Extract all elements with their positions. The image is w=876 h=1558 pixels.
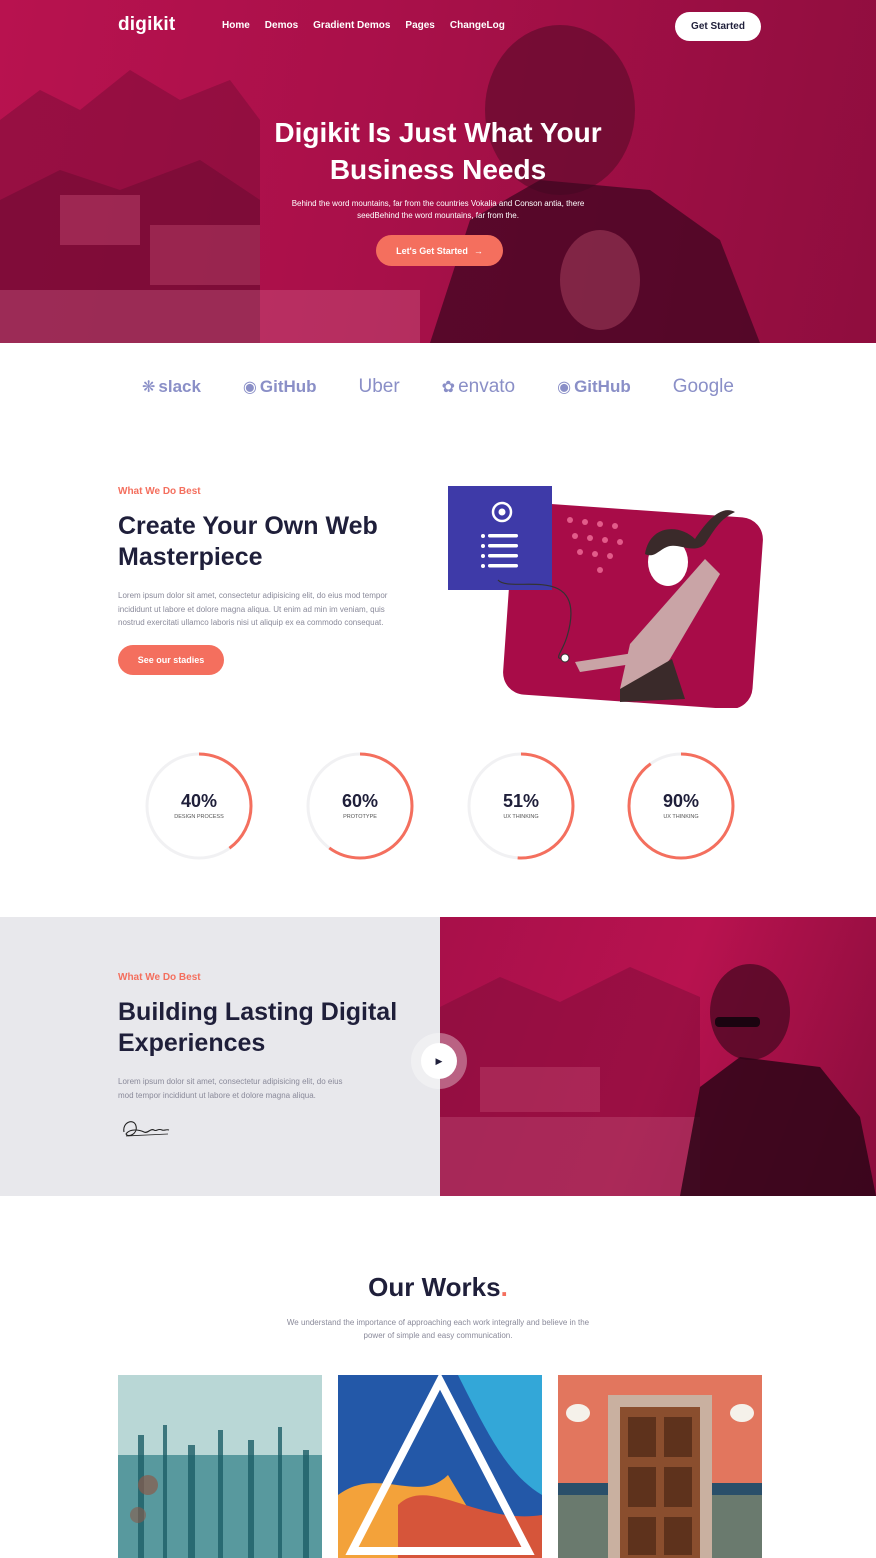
section2-title-line1: Building Lasting Digital (118, 998, 398, 1026)
stat-ux-thinking: 51% UX THINKING (466, 751, 576, 861)
works-subtitle: We understand the importance of approach… (0, 1316, 876, 1342)
section2-para-line2: mod tempor incididunt ut labore et dolor… (118, 1090, 316, 1100)
section1-eyebrow: What We Do Best (118, 486, 201, 497)
hero-subtitle-line1: Behind the word mountains, far from the … (291, 199, 585, 208)
brand-envato-label: envato (458, 376, 516, 397)
see-our-studies-button[interactable]: See our stadies (118, 645, 224, 675)
work-item-wooden-door[interactable] (558, 1375, 762, 1558)
works-title-dot: . (500, 1272, 508, 1302)
section1-title: Create Your Own Web Masterpiece (118, 511, 378, 573)
brand-logos-row: ❋ slack ◉ GitHub Uber ✿ envato ◉ GitHub … (118, 372, 758, 402)
experiences-photo (440, 917, 876, 1196)
hero-subtitle-line2: seedBehind the word mountains, far from … (357, 211, 519, 220)
get-started-button[interactable]: Get Started (675, 12, 761, 41)
site-logo[interactable]: digikit (118, 14, 175, 36)
hero-title: Digikit Is Just What Your Business Needs (0, 114, 876, 188)
stat-design-process: 40% DESIGN PROCESS (144, 751, 254, 861)
play-icon: ▶ (435, 1055, 443, 1066)
stat-label: UX THINKING (503, 814, 539, 820)
stat-value: 60% (341, 791, 379, 811)
works-sub-line1: We understand the importance of approach… (286, 1318, 590, 1327)
slack-icon: ❋ (142, 379, 156, 396)
stat-value: 90% (662, 791, 700, 811)
section1-title-line1: Create Your Own Web (118, 512, 378, 540)
section2-title: Building Lasting Digital Experiences (118, 997, 397, 1059)
web-masterpiece-illustration (448, 486, 763, 708)
section2-title-line2: Experiences (118, 1029, 266, 1057)
section1-paragraph: Lorem ipsum dolor sit amet, consectetur … (118, 589, 438, 630)
nav-link-gradient-demos[interactable]: Gradient Demos (313, 20, 390, 31)
work-item-abstract-teal[interactable] (118, 1375, 322, 1558)
brand-uber: Uber (359, 376, 400, 398)
section1-para-line3: nostrud exercitati ullamco laboris nisi … (118, 618, 384, 627)
brand-github-label: GitHub (259, 377, 317, 396)
brand-envato: ✿ envato (442, 376, 515, 398)
section1-para-line1: Lorem ipsum dolor sit amet, consectetur … (118, 591, 388, 600)
nav-link-pages[interactable]: Pages (405, 20, 434, 31)
brand-google-label: Google (672, 376, 734, 397)
brand-slack: ❋ slack (142, 377, 201, 397)
hero-title-line1: Digikit Is Just What Your (274, 117, 602, 148)
section1-para-line2: incididunt ut labore et dolore magna ali… (118, 604, 385, 614)
hero-subtitle: Behind the word mountains, far from the … (0, 198, 876, 222)
works-sub-line2: power of simple and easy communication. (363, 1331, 513, 1340)
github-icon: ◉ (557, 379, 572, 396)
brand-uber-label: Uber (358, 376, 400, 397)
stat-ux-thinking-2: 90% UX THINKING (626, 751, 736, 861)
works-title: Our Works. (0, 1272, 876, 1303)
nav-link-changelog[interactable]: ChangeLog (450, 20, 505, 31)
stat-value: 40% (180, 791, 218, 811)
lets-get-started-button[interactable]: Let's Get Started → (376, 235, 503, 266)
brand-github: ◉ GitHub (243, 377, 317, 397)
arrow-right-icon: → (473, 245, 483, 256)
top-navbar: digikit Home Demos Gradient Demos Pages … (0, 0, 876, 52)
stat-prototype: 60% PROTOTYPE (305, 751, 415, 861)
envato-leaf-icon: ✿ (441, 379, 456, 396)
works-title-text: Our Works (368, 1272, 501, 1302)
hero-title-line2: Business Needs (329, 154, 547, 185)
man-in-jacket-photo (440, 964, 876, 1196)
stat-label: PROTOTYPE (343, 814, 377, 820)
github-icon: ◉ (242, 379, 257, 396)
stat-label: DESIGN PROCESS (174, 814, 224, 820)
play-video-button[interactable]: ▶ (421, 1043, 457, 1079)
stat-label: UX THINKING (663, 814, 699, 820)
stat-value: 51% (502, 791, 540, 811)
brand-google: Google (673, 376, 734, 398)
work-item-triangle-mural[interactable] (338, 1375, 542, 1558)
section2-para-line1: Lorem ipsum dolor sit amet, consectetur … (118, 1077, 343, 1086)
section2-eyebrow: What We Do Best (118, 972, 201, 983)
work-image (118, 1375, 322, 1558)
nav-link-demos[interactable]: Demos (265, 20, 298, 31)
hero-section: digikit Home Demos Gradient Demos Pages … (0, 0, 876, 343)
brand-github-2-label: GitHub (574, 377, 631, 396)
work-image (558, 1375, 762, 1558)
nav-link-home[interactable]: Home (222, 20, 250, 31)
nav-links: Home Demos Gradient Demos Pages ChangeLo… (222, 20, 505, 31)
section2-paragraph: Lorem ipsum dolor sit amet, consectetur … (118, 1075, 418, 1102)
work-image (338, 1375, 542, 1558)
brand-slack-label: slack (158, 377, 201, 396)
brand-github-2: ◉ GitHub (557, 377, 631, 397)
section1-title-line2: Masterpiece (118, 543, 263, 571)
signature-image (123, 1121, 170, 1137)
lets-get-started-label: Let's Get Started (396, 245, 468, 256)
